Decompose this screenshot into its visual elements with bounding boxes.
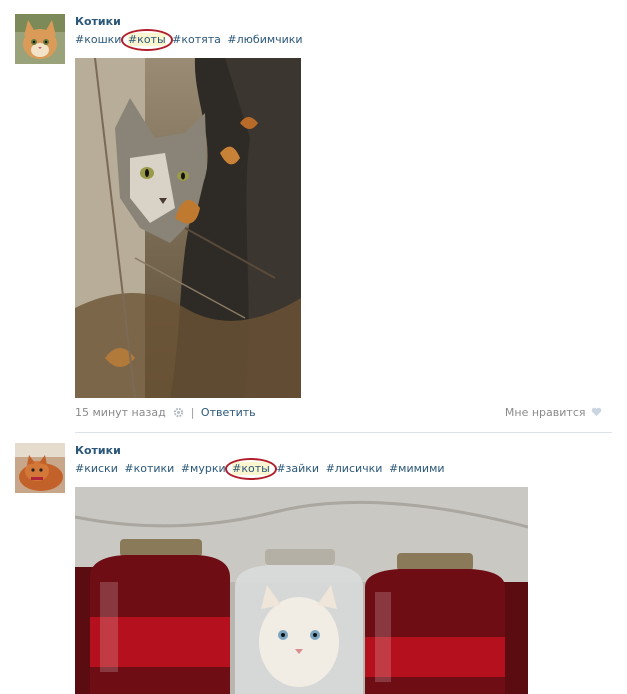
- post-photo[interactable]: [75, 58, 301, 398]
- hashtag-list: #киски #котики #мурки #коты #зайки #лиси…: [75, 462, 448, 475]
- post-author[interactable]: Котики: [75, 15, 121, 28]
- reply-link[interactable]: Ответить: [201, 406, 256, 419]
- post-meta: 15 минут назад | Ответить: [75, 406, 256, 419]
- gear-icon[interactable]: [173, 407, 184, 418]
- hashtag-highlighted[interactable]: #коты: [232, 462, 270, 475]
- hashtag[interactable]: #лисички: [326, 462, 383, 475]
- post-author[interactable]: Котики: [75, 444, 121, 457]
- like-label: Мне нравится: [504, 406, 586, 419]
- hashtag[interactable]: #кошки: [75, 33, 121, 46]
- hashtag[interactable]: #любимчики: [227, 33, 302, 46]
- hashtag[interactable]: #киски: [75, 462, 118, 475]
- cat-in-jar-photo: [75, 487, 528, 694]
- avatar-image: [15, 14, 65, 64]
- post-time[interactable]: 15 минут назад: [75, 406, 166, 419]
- hashtag[interactable]: #котики: [124, 462, 174, 475]
- avatar-image: [15, 443, 65, 493]
- meta-separator: |: [190, 406, 195, 419]
- hashtag[interactable]: #котята: [172, 33, 221, 46]
- hashtag[interactable]: #зайки: [276, 462, 319, 475]
- hashtag[interactable]: #мимими: [389, 462, 445, 475]
- hashtag-highlighted[interactable]: #коты: [127, 33, 166, 46]
- post-divider: [75, 432, 612, 433]
- like-button[interactable]: Мне нравится: [505, 406, 602, 419]
- avatar[interactable]: [15, 14, 65, 64]
- cat-photo: [75, 58, 301, 398]
- avatar[interactable]: [15, 443, 65, 493]
- hashtag-list: #кошки #коты #котята #любимчики: [75, 33, 306, 46]
- heart-icon: [591, 407, 602, 417]
- hashtag[interactable]: #мурки: [181, 462, 226, 475]
- post-photo[interactable]: [75, 487, 528, 694]
